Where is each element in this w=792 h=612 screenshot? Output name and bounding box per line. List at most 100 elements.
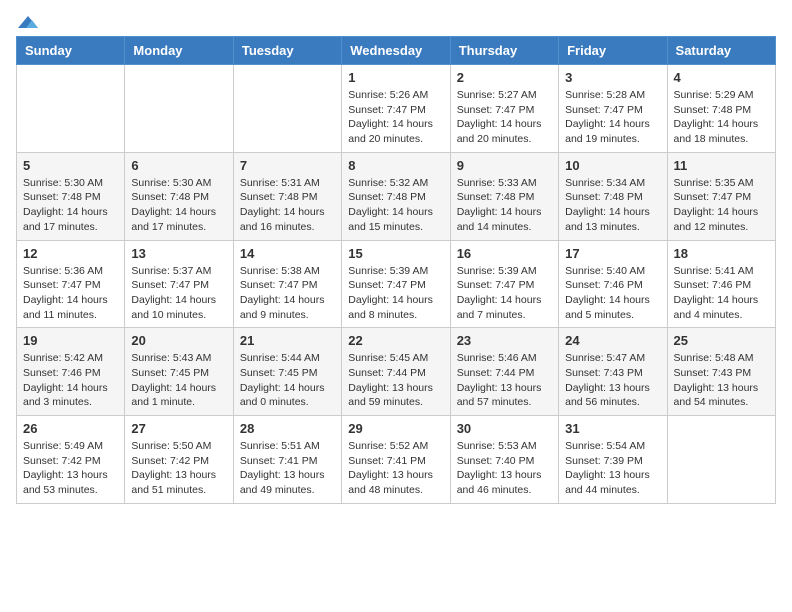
day-info: Sunrise: 5:50 AMSunset: 7:42 PMDaylight:… [131,439,226,498]
calendar-cell: 30Sunrise: 5:53 AMSunset: 7:40 PMDayligh… [450,416,558,504]
calendar-cell [125,65,233,153]
calendar-cell: 11 Sunrise: 5:35 AMSunset: 7:47 PMDayligh… [667,152,775,240]
day-info: Sunrise: 5:28 AMSunset: 7:47 PMDaylight:… [565,88,660,147]
day-number: 7 [240,158,335,173]
calendar-cell: 14 Sunrise: 5:38 AMSunset: 7:47 PMDayligh… [233,240,341,328]
col-header-saturday: Saturday [667,37,775,65]
calendar-cell: 20 Sunrise: 5:43 AMSunset: 7:45 PMDayligh… [125,328,233,416]
calendar-cell: 24 Sunrise: 5:47 AMSunset: 7:43 PMDayligh… [559,328,667,416]
day-number: 25 [674,333,769,348]
day-number: 4 [674,70,769,85]
day-info: Sunrise: 5:34 AMSunset: 7:48 PMDaylight:… [565,176,660,235]
day-number: 1 [348,70,443,85]
day-number: 15 [348,246,443,261]
calendar-cell: 2 Sunrise: 5:27 AMSunset: 7:47 PMDaylight… [450,65,558,153]
day-number: 12 [23,246,118,261]
calendar-week-row: 12 Sunrise: 5:36 AMSunset: 7:47 PMDayligh… [17,240,776,328]
day-info: Sunrise: 5:49 AMSunset: 7:42 PMDaylight:… [23,439,118,498]
calendar-cell: 1 Sunrise: 5:26 AMSunset: 7:47 PMDaylight… [342,65,450,153]
day-number: 28 [240,421,335,436]
calendar-cell: 10Sunrise: 5:34 AMSunset: 7:48 PMDayligh… [559,152,667,240]
day-info: Sunrise: 5:47 AMSunset: 7:43 PMDaylight:… [565,351,660,410]
calendar-cell: 8Sunrise: 5:32 AMSunset: 7:48 PMDaylight… [342,152,450,240]
calendar-cell: 27 Sunrise: 5:50 AMSunset: 7:42 PMDayligh… [125,416,233,504]
col-header-thursday: Thursday [450,37,558,65]
day-info: Sunrise: 5:40 AMSunset: 7:46 PMDaylight:… [565,264,660,323]
day-info: Sunrise: 5:48 AMSunset: 7:43 PMDaylight:… [674,351,769,410]
day-number: 27 [131,421,226,436]
day-number: 26 [23,421,118,436]
day-info: Sunrise: 5:45 AMSunset: 7:44 PMDaylight:… [348,351,443,410]
calendar-cell [667,416,775,504]
day-info: Sunrise: 5:29 AMSunset: 7:48 PMDaylight:… [674,88,769,147]
day-number: 13 [131,246,226,261]
day-number: 21 [240,333,335,348]
col-header-wednesday: Wednesday [342,37,450,65]
calendar-cell: 12 Sunrise: 5:36 AMSunset: 7:47 PMDayligh… [17,240,125,328]
col-header-tuesday: Tuesday [233,37,341,65]
day-number: 20 [131,333,226,348]
day-number: 11 [674,158,769,173]
calendar-cell: 25 Sunrise: 5:48 AMSunset: 7:43 PMDayligh… [667,328,775,416]
col-header-sunday: Sunday [17,37,125,65]
calendar-week-row: 26 Sunrise: 5:49 AMSunset: 7:42 PMDayligh… [17,416,776,504]
day-info: Sunrise: 5:42 AMSunset: 7:46 PMDaylight:… [23,351,118,410]
day-number: 14 [240,246,335,261]
calendar-cell: 3 Sunrise: 5:28 AMSunset: 7:47 PMDaylight… [559,65,667,153]
day-info: Sunrise: 5:37 AMSunset: 7:47 PMDaylight:… [131,264,226,323]
calendar-cell: 29 Sunrise: 5:52 AMSunset: 7:41 PMDayligh… [342,416,450,504]
calendar-week-row: 19 Sunrise: 5:42 AMSunset: 7:46 PMDayligh… [17,328,776,416]
day-number: 16 [457,246,552,261]
day-info: Sunrise: 5:43 AMSunset: 7:45 PMDaylight:… [131,351,226,410]
day-info: Sunrise: 5:31 AMSunset: 7:48 PMDaylight:… [240,176,335,235]
calendar-cell: 23 Sunrise: 5:46 AMSunset: 7:44 PMDayligh… [450,328,558,416]
calendar-cell [17,65,125,153]
page-header [16,16,776,26]
day-info: Sunrise: 5:26 AMSunset: 7:47 PMDaylight:… [348,88,443,147]
calendar-cell [233,65,341,153]
calendar-cell: 13 Sunrise: 5:37 AMSunset: 7:47 PMDayligh… [125,240,233,328]
calendar-week-row: 1 Sunrise: 5:26 AMSunset: 7:47 PMDaylight… [17,65,776,153]
day-info: Sunrise: 5:41 AMSunset: 7:46 PMDaylight:… [674,264,769,323]
day-info: Sunrise: 5:46 AMSunset: 7:44 PMDaylight:… [457,351,552,410]
calendar-cell: 15 Sunrise: 5:39 AMSunset: 7:47 PMDayligh… [342,240,450,328]
calendar-cell: 4 Sunrise: 5:29 AMSunset: 7:48 PMDaylight… [667,65,775,153]
day-info: Sunrise: 5:33 AMSunset: 7:48 PMDaylight:… [457,176,552,235]
calendar-table: SundayMondayTuesdayWednesdayThursdayFrid… [16,36,776,504]
calendar-header-row: SundayMondayTuesdayWednesdayThursdayFrid… [17,37,776,65]
day-info: Sunrise: 5:39 AMSunset: 7:47 PMDaylight:… [348,264,443,323]
day-number: 3 [565,70,660,85]
day-number: 2 [457,70,552,85]
calendar-cell: 16 Sunrise: 5:39 AMSunset: 7:47 PMDayligh… [450,240,558,328]
logo [16,16,40,26]
day-info: Sunrise: 5:38 AMSunset: 7:47 PMDaylight:… [240,264,335,323]
day-number: 19 [23,333,118,348]
calendar-cell: 31 Sunrise: 5:54 AMSunset: 7:39 PMDayligh… [559,416,667,504]
day-info: Sunrise: 5:52 AMSunset: 7:41 PMDaylight:… [348,439,443,498]
day-info: Sunrise: 5:27 AMSunset: 7:47 PMDaylight:… [457,88,552,147]
day-info: Sunrise: 5:44 AMSunset: 7:45 PMDaylight:… [240,351,335,410]
day-number: 24 [565,333,660,348]
calendar-cell: 22 Sunrise: 5:45 AMSunset: 7:44 PMDayligh… [342,328,450,416]
day-number: 18 [674,246,769,261]
day-info: Sunrise: 5:30 AMSunset: 7:48 PMDaylight:… [131,176,226,235]
calendar-cell: 21 Sunrise: 5:44 AMSunset: 7:45 PMDayligh… [233,328,341,416]
col-header-monday: Monday [125,37,233,65]
day-info: Sunrise: 5:39 AMSunset: 7:47 PMDaylight:… [457,264,552,323]
day-info: Sunrise: 5:51 AMSunset: 7:41 PMDaylight:… [240,439,335,498]
day-number: 31 [565,421,660,436]
day-info: Sunrise: 5:54 AMSunset: 7:39 PMDaylight:… [565,439,660,498]
day-info: Sunrise: 5:36 AMSunset: 7:47 PMDaylight:… [23,264,118,323]
calendar-cell: 5Sunrise: 5:30 AMSunset: 7:48 PMDaylight… [17,152,125,240]
calendar-cell: 9Sunrise: 5:33 AMSunset: 7:48 PMDaylight… [450,152,558,240]
day-info: Sunrise: 5:30 AMSunset: 7:48 PMDaylight:… [23,176,118,235]
day-info: Sunrise: 5:35 AMSunset: 7:47 PMDaylight:… [674,176,769,235]
day-number: 29 [348,421,443,436]
day-number: 17 [565,246,660,261]
day-number: 22 [348,333,443,348]
day-number: 23 [457,333,552,348]
calendar-week-row: 5Sunrise: 5:30 AMSunset: 7:48 PMDaylight… [17,152,776,240]
calendar-cell: 28 Sunrise: 5:51 AMSunset: 7:41 PMDayligh… [233,416,341,504]
logo-icon [18,14,40,30]
day-number: 6 [131,158,226,173]
